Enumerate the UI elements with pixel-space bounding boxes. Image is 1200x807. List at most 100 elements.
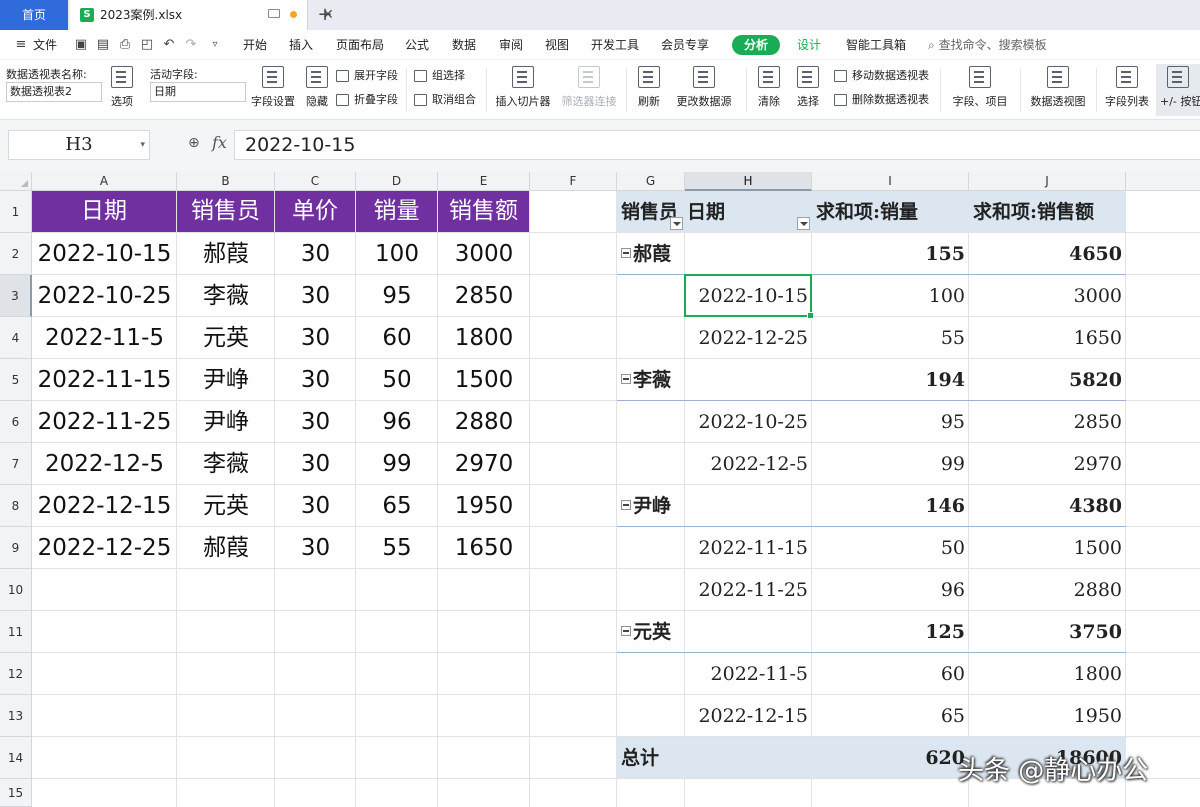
pivot-group-row-label[interactable]: 郝葭: [621, 233, 671, 275]
column-header-e[interactable]: E: [438, 172, 530, 191]
source-data-cell[interactable]: 99: [356, 443, 438, 485]
quick-access-dropdown-icon[interactable]: ▿: [208, 38, 222, 52]
column-header-b[interactable]: B: [177, 172, 275, 191]
pivot-group-row-label[interactable]: 元英: [621, 611, 671, 653]
row-header-15[interactable]: 15: [0, 779, 32, 807]
row-header-4[interactable]: 4: [0, 317, 32, 359]
group-selection-button[interactable]: 组选择: [414, 66, 465, 86]
collapse-minus-icon[interactable]: [621, 500, 631, 510]
insert-slicer-button[interactable]: 插入切片器: [492, 64, 554, 116]
pivot-total-qty[interactable]: 620: [812, 737, 969, 779]
monitor-icon[interactable]: [268, 9, 280, 18]
source-data-cell[interactable]: 元英: [177, 485, 275, 527]
column-header-c[interactable]: C: [275, 172, 356, 191]
pivot-date-cell[interactable]: 2022-10-25: [685, 401, 812, 443]
pivot-amount-cell[interactable]: 4650: [969, 233, 1126, 275]
options-button[interactable]: 选项: [104, 64, 140, 116]
filter-connections-button[interactable]: 筛选器连接: [558, 64, 620, 116]
collapse-minus-icon[interactable]: [621, 248, 631, 258]
pivot-date-cell[interactable]: 2022-11-5: [685, 653, 812, 695]
column-header-a[interactable]: A: [32, 172, 177, 191]
pivot-qty-cell[interactable]: 100: [812, 275, 969, 317]
select-all-corner[interactable]: [0, 172, 32, 191]
row-header-8[interactable]: 8: [0, 485, 32, 527]
active-cell-selection[interactable]: [684, 274, 814, 319]
source-data-cell[interactable]: 1950: [438, 485, 530, 527]
plus-minus-buttons-button[interactable]: +/- 按钮: [1156, 64, 1200, 116]
zoom-icon[interactable]: ⊕: [188, 135, 204, 151]
source-data-cell[interactable]: 30: [275, 401, 356, 443]
source-data-cell[interactable]: 30: [275, 527, 356, 569]
source-data-cell[interactable]: 3000: [438, 233, 530, 275]
source-data-cell[interactable]: 1500: [438, 359, 530, 401]
menu-review[interactable]: 审阅: [499, 30, 523, 60]
row-header-13[interactable]: 13: [0, 695, 32, 737]
function-icon[interactable]: fx: [212, 133, 227, 152]
pivot-date-cell[interactable]: 2022-11-15: [685, 527, 812, 569]
row-header-3[interactable]: 3: [0, 275, 32, 317]
pivot-group-row-label[interactable]: 李薇: [621, 359, 671, 401]
source-data-cell[interactable]: 30: [275, 275, 356, 317]
source-data-cell[interactable]: 30: [275, 317, 356, 359]
pivot-qty-cell[interactable]: 99: [812, 443, 969, 485]
source-data-cell[interactable]: 2022-12-5: [32, 443, 177, 485]
source-data-cell[interactable]: 2022-12-25: [32, 527, 177, 569]
menu-file[interactable]: 文件: [33, 30, 57, 60]
source-data-cell[interactable]: 2022-12-15: [32, 485, 177, 527]
collapse-minus-icon[interactable]: [621, 626, 631, 636]
source-data-cell[interactable]: 元英: [177, 317, 275, 359]
name-box[interactable]: H3 ▾: [8, 130, 150, 160]
tab-home[interactable]: 首页: [0, 0, 68, 30]
pivot-amount-cell[interactable]: 1950: [969, 695, 1126, 737]
delete-pivot-button[interactable]: 删除数据透视表: [834, 90, 929, 110]
formula-input[interactable]: 2022-10-15: [234, 130, 1200, 160]
source-data-cell[interactable]: 2022-11-25: [32, 401, 177, 443]
pivot-qty-cell[interactable]: 155: [812, 233, 969, 275]
expand-field-button[interactable]: 展开字段: [336, 66, 398, 86]
column-header-g[interactable]: G: [617, 172, 685, 191]
select-button[interactable]: 选择: [790, 64, 826, 116]
pivot-amount-cell[interactable]: 3750: [969, 611, 1126, 653]
pivot-date-cell[interactable]: 2022-12-15: [685, 695, 812, 737]
menu-insert[interactable]: 插入: [289, 30, 313, 60]
pivot-qty-cell[interactable]: 194: [812, 359, 969, 401]
pivot-group-row-label[interactable]: 尹峥: [621, 485, 671, 527]
source-data-cell[interactable]: 2022-11-5: [32, 317, 177, 359]
collapse-field-button[interactable]: 折叠字段: [336, 90, 398, 110]
change-source-button[interactable]: 更改数据源: [670, 64, 738, 116]
source-data-cell[interactable]: 郝葭: [177, 233, 275, 275]
command-search[interactable]: ⌕ 查找命令、搜索模板: [928, 30, 1047, 60]
source-data-cell[interactable]: 2970: [438, 443, 530, 485]
pivot-qty-cell[interactable]: 55: [812, 317, 969, 359]
pivot-amount-cell[interactable]: 1650: [969, 317, 1126, 359]
tab-design[interactable]: 设计: [797, 30, 821, 60]
column-header-f[interactable]: F: [530, 172, 617, 191]
source-data-cell[interactable]: 55: [356, 527, 438, 569]
source-data-cell[interactable]: 96: [356, 401, 438, 443]
source-data-cell[interactable]: 李薇: [177, 275, 275, 317]
source-data-cell[interactable]: 95: [356, 275, 438, 317]
pivot-date-cell[interactable]: 2022-11-25: [685, 569, 812, 611]
pivot-qty-cell[interactable]: 50: [812, 527, 969, 569]
pivot-name-input[interactable]: 数据透视表2: [6, 82, 102, 102]
column-header-d[interactable]: D: [356, 172, 438, 191]
pivot-qty-cell[interactable]: 95: [812, 401, 969, 443]
field-settings-button[interactable]: 字段设置: [248, 64, 298, 116]
salesperson-filter-dropdown-icon[interactable]: [670, 217, 683, 230]
row-header-11[interactable]: 11: [0, 611, 32, 653]
print-preview-icon[interactable]: ◰: [140, 38, 154, 52]
field-list-button[interactable]: 字段列表: [1102, 64, 1152, 116]
source-data-cell[interactable]: 2880: [438, 401, 530, 443]
source-data-cell[interactable]: 郝葭: [177, 527, 275, 569]
ungroup-button[interactable]: 取消组合: [414, 90, 476, 110]
row-header-7[interactable]: 7: [0, 443, 32, 485]
menu-formula[interactable]: 公式: [405, 30, 429, 60]
collapse-minus-icon[interactable]: [621, 374, 631, 384]
row-header-5[interactable]: 5: [0, 359, 32, 401]
source-data-cell[interactable]: 1650: [438, 527, 530, 569]
menu-developer[interactable]: 开发工具: [591, 30, 639, 60]
clear-button[interactable]: 清除: [752, 64, 786, 116]
hamburger-menu-icon[interactable]: ≡: [14, 38, 28, 52]
menu-data[interactable]: 数据: [452, 30, 476, 60]
source-data-cell[interactable]: 65: [356, 485, 438, 527]
